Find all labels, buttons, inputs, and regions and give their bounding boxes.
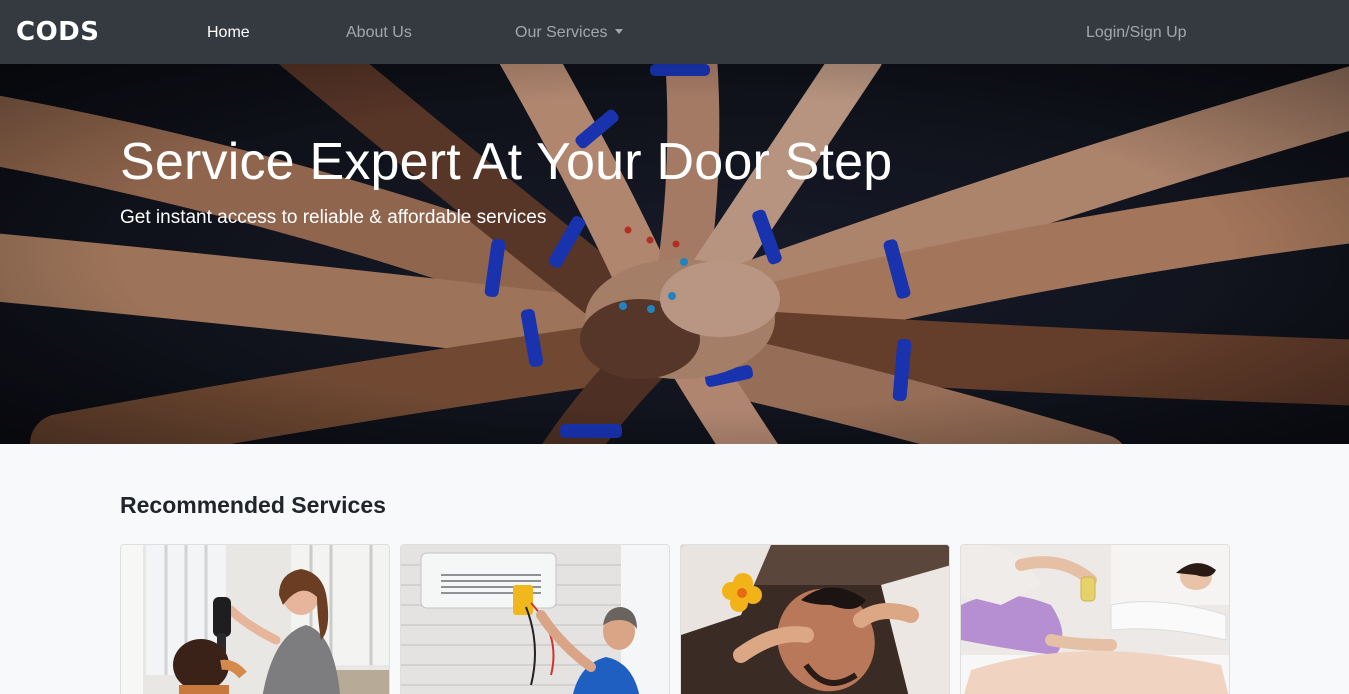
nav-home-link[interactable]: Home: [207, 24, 250, 42]
caret-down-icon: [615, 29, 624, 34]
nav-login-link[interactable]: Login/Sign Up: [1086, 24, 1187, 42]
hero-banner: Service Expert At Your Door Step Get ins…: [0, 64, 1349, 444]
nav-about-link[interactable]: About Us: [346, 24, 412, 42]
body-massage-image: [961, 545, 1229, 694]
navbar: CODS Home About Us Our Services Login/Si…: [0, 0, 1349, 64]
nav-services-label: Our Services: [515, 24, 608, 41]
nav-services-dropdown[interactable]: Our Services: [515, 24, 624, 42]
service-card-ac-repair[interactable]: [400, 544, 670, 694]
hero-hands-image: [0, 64, 1349, 444]
ac-repair-image: [401, 545, 669, 694]
service-card-face-massage[interactable]: [680, 544, 950, 694]
service-card-body-massage[interactable]: [960, 544, 1230, 694]
hero-subtitle: Get instant access to reliable & afforda…: [120, 207, 547, 228]
face-massage-image: [681, 545, 949, 694]
service-card-hair-salon[interactable]: [120, 544, 390, 694]
recommended-services-title: Recommended Services: [120, 492, 386, 518]
brand-logo[interactable]: CODS: [16, 17, 100, 47]
hero-title: Service Expert At Your Door Step: [120, 133, 893, 191]
hair-salon-image: [121, 545, 389, 694]
